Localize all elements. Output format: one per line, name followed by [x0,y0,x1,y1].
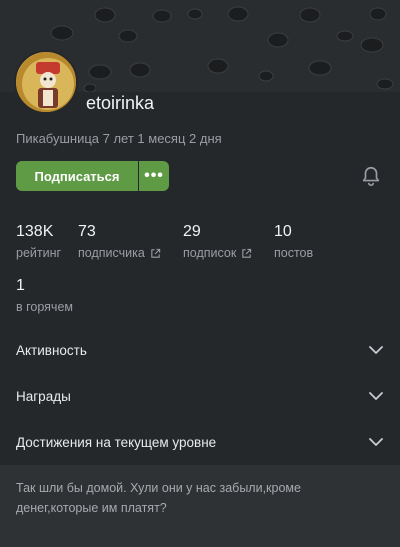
profile-about-text: Так шли бы домой. Хули они у нас забыли,… [0,465,400,547]
section-awards-title: Награды [16,388,71,404]
external-link-icon [242,248,252,258]
chevron-down-icon [369,438,383,446]
section-achievements[interactable]: Достижения на текущем уровне [0,420,400,464]
stat-subscriptions-value: 29 [183,223,201,240]
stat-rating-label: рейтинг [16,246,62,260]
username: etoirinka [86,93,155,113]
stat-hot-label: в горячем [16,300,73,314]
section-achievements-title: Достижения на текущем уровне [16,434,217,450]
section-activity[interactable]: Активность [0,328,400,372]
stat-followers-label: подписчика [78,246,145,260]
avatar[interactable] [14,50,78,114]
avatar-image [16,52,76,112]
chevron-down-icon [369,346,383,354]
stat-rating: 138K рейтинг [16,223,61,260]
tenure-text: Пикабушница 7 лет 1 месяц 2 дня [16,131,222,146]
subscribe-button[interactable]: Подписаться [16,161,138,191]
section-activity-title: Активность [16,342,87,358]
stat-posts[interactable]: 10 постов [274,223,313,260]
chevron-down-icon [369,392,383,400]
stat-posts-value: 10 [274,223,292,240]
stat-followers[interactable]: 73 подписчика [78,223,161,260]
stat-rating-value: 138K [16,223,54,240]
stat-subscriptions[interactable]: 29 подписок [183,223,252,260]
stat-subscriptions-label: подписок [183,246,237,260]
external-link-icon [151,248,160,258]
section-awards[interactable]: Награды [0,374,400,418]
stat-hot[interactable]: 1 в горячем [16,277,73,314]
stat-followers-value: 73 [78,223,96,240]
bell-icon[interactable] [360,165,382,187]
more-options-button[interactable]: ••• [139,161,169,191]
stat-hot-value: 1 [16,277,25,294]
stat-posts-label: постов [274,246,314,260]
